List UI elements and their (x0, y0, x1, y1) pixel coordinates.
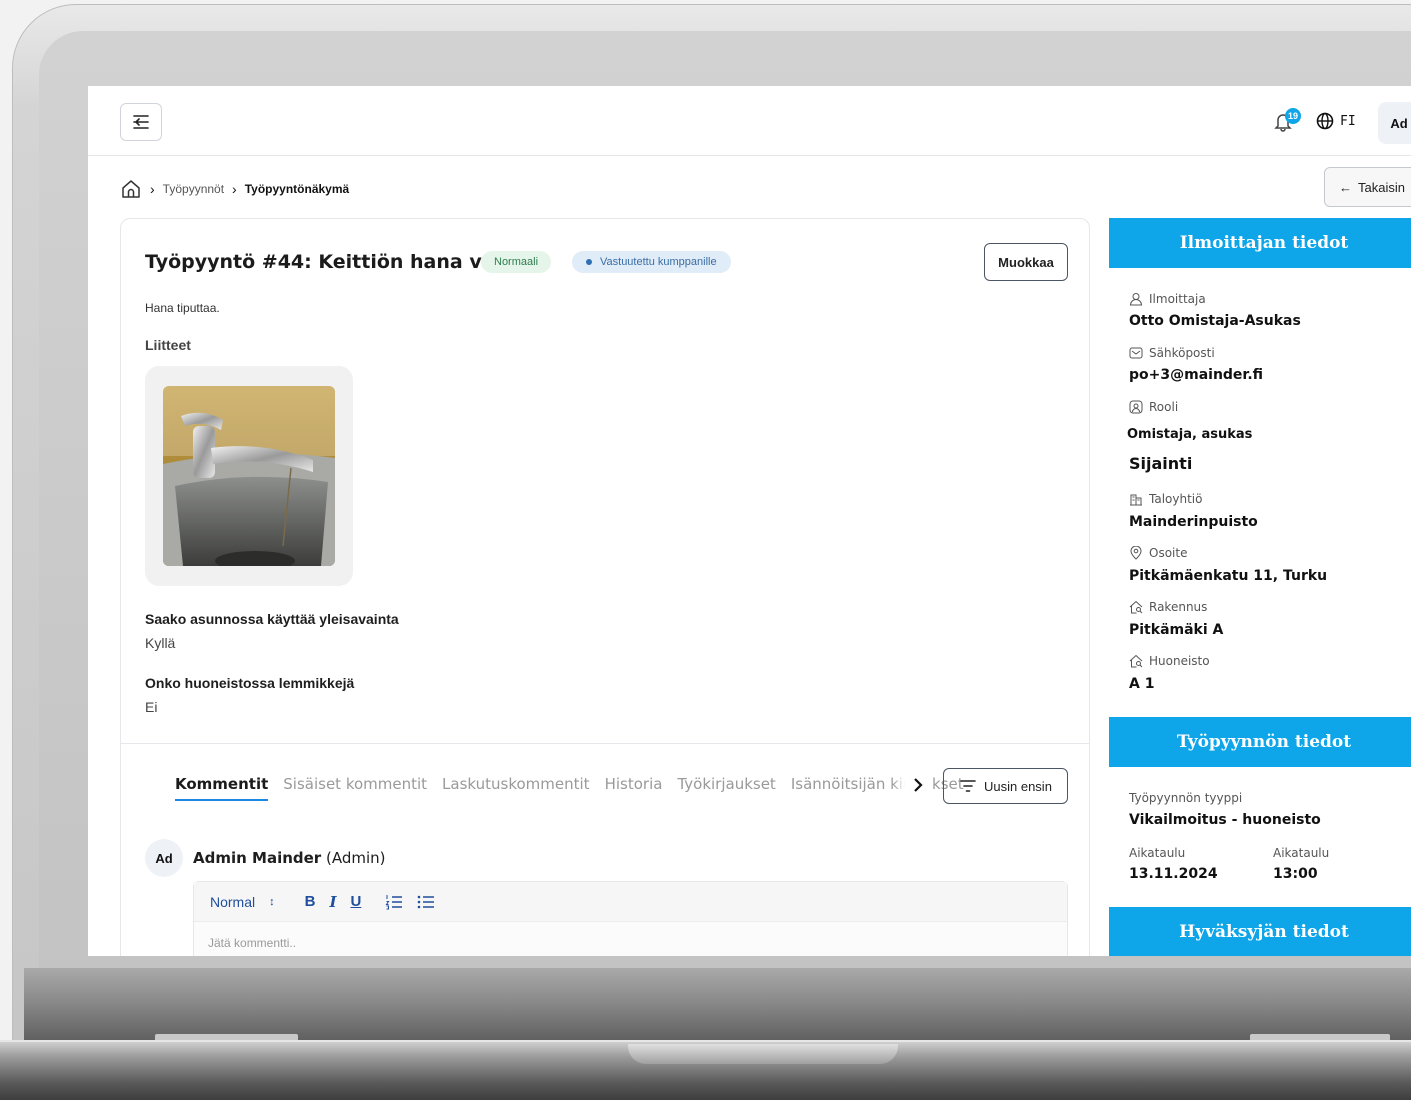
sort-button[interactable]: Uusin ensin (943, 768, 1068, 804)
tab-comments[interactable]: Kommentit (175, 775, 269, 801)
italic-icon[interactable]: I (329, 893, 336, 911)
schedule-time-value: 13:00 (1273, 866, 1318, 882)
question-label: Onko huoneistossa lemmikkejä (145, 675, 355, 691)
schedule-time-label: Aikataulu (1273, 846, 1330, 860)
chevron-right-icon (914, 778, 923, 792)
company-value: Mainderinpuisto (1129, 514, 1258, 530)
laptop-hinge (628, 1044, 898, 1064)
attachment-image[interactable] (163, 386, 335, 566)
comment-author-role: (Admin) (325, 849, 386, 867)
comment-editor: Normal ↕ B I U Jätä kommentti.. (193, 881, 1068, 956)
address-label: Osoite (1129, 546, 1187, 560)
bold-icon[interactable]: B (305, 893, 316, 910)
request-description: Hana tiputtaa. (145, 301, 220, 315)
menu-collapse-icon (133, 115, 149, 129)
sort-label: Uusin ensin (984, 778, 1052, 794)
editor-toolbar: Normal ↕ B I U (194, 882, 1067, 922)
bullet-list-icon[interactable] (417, 894, 435, 910)
language-selector[interactable]: FI (1316, 112, 1356, 130)
chevron-updown-icon: ↕ (269, 895, 275, 908)
chevron-right-icon: › (232, 181, 237, 197)
tab-work-logs[interactable]: Työkirjaukset (677, 775, 775, 801)
work-request-card: Työpyyntö #44: Keittiön hana vuotaa Norm… (120, 218, 1090, 956)
edit-button[interactable]: Muokkaa (984, 243, 1068, 281)
underline-icon[interactable]: U (351, 893, 362, 910)
address-value: Pitkämäenkatu 11, Turku (1129, 568, 1328, 584)
approver-header: Hyväksyjän tiedot (1109, 907, 1411, 956)
top-bar: 19 FI Ad (88, 86, 1411, 156)
reporter-header: Ilmoittajan tiedot (1109, 218, 1411, 268)
chevron-right-icon: › (150, 181, 155, 197)
attachments-heading: Liitteet (145, 337, 191, 353)
menu-toggle-button[interactable] (120, 103, 162, 141)
home-search-icon (1129, 654, 1143, 668)
breadcrumb: › Työpyynnöt › Työpyyntönäkymä (120, 178, 349, 200)
comment-author-name: Admin Mainder (193, 849, 322, 867)
divider (121, 743, 1089, 744)
schedule-date-value: 13.11.2024 (1129, 866, 1218, 882)
comment-author: Admin Mainder (Admin) (193, 849, 386, 867)
tabs-scroll-right-button[interactable] (905, 769, 931, 801)
mail-icon (1129, 347, 1143, 359)
avatar: Ad (145, 839, 183, 877)
reporter-label: Ilmoittaja (1129, 292, 1206, 306)
question-answer: Kyllä (145, 635, 176, 651)
email-value[interactable]: po+3@mainder.fi (1129, 367, 1263, 383)
building-value: Pitkämäki A (1129, 622, 1224, 638)
user-icon (1129, 293, 1143, 306)
home-search-icon (1129, 600, 1143, 614)
status-badge: Vastuutettu kumppanille (572, 251, 731, 273)
request-info-header: Työpyynnön tiedot (1109, 717, 1411, 767)
app-screen: 19 FI Ad › Työpyynnöt › Työpyyntönäkymä … (88, 86, 1411, 956)
building-label: Rakennus (1129, 600, 1207, 614)
tab-billing-comments[interactable]: Laskutuskommentit (442, 775, 590, 801)
user-badge-icon (1129, 400, 1143, 414)
priority-badge: Normaali (481, 251, 552, 273)
back-button-label: Takaisin (1358, 179, 1405, 195)
company-label: Taloyhtiö (1129, 492, 1202, 506)
breadcrumb-current: Työpyyntönäkymä (244, 182, 350, 196)
schedule-date-label: Aikataulu (1129, 846, 1186, 860)
apartment-label: Huoneisto (1129, 654, 1210, 668)
tab-manager-logs[interactable]: Isännöitsijän kirjaukset (791, 775, 964, 801)
comment-tabs: Kommentit Sisäiset kommentit Laskutuskom… (175, 775, 964, 801)
language-code: FI (1340, 113, 1356, 129)
format-select[interactable]: Normal (210, 894, 255, 910)
side-panel: Ilmoittajan tiedot Ilmoittaja Otto Omist… (1109, 218, 1411, 956)
request-type-label: Työpyynnön tyyppi (1129, 791, 1243, 805)
location-title: Sijainti (1129, 454, 1193, 473)
request-type-value: Vikailmoitus - huoneisto (1129, 812, 1321, 828)
globe-icon (1316, 112, 1334, 130)
comment-input[interactable]: Jätä kommentti.. (194, 922, 1067, 956)
status-dot-icon (586, 259, 592, 265)
location-pin-icon (1130, 546, 1142, 560)
question-label: Saako asunnossa käyttää yleisavainta (145, 611, 399, 627)
tab-internal-comments[interactable]: Sisäiset kommentit (283, 775, 427, 801)
ordered-list-icon[interactable] (385, 894, 403, 910)
arrow-left-icon: ← (1339, 179, 1352, 195)
status-label: Vastuutettu kumppanille (600, 256, 717, 268)
attachment-thumbnail[interactable] (145, 366, 353, 586)
question-answer: Ei (145, 699, 158, 715)
notification-count-badge: 19 (1285, 108, 1301, 124)
tab-history[interactable]: Historia (605, 775, 663, 801)
breadcrumb-item-work-requests[interactable]: Työpyynnöt (163, 182, 224, 196)
building-icon (1130, 494, 1142, 506)
role-label: Rooli (1129, 400, 1178, 414)
apartment-value: A 1 (1129, 676, 1155, 692)
reporter-value: Otto Omistaja-Asukas (1129, 313, 1301, 329)
email-label: Sähköposti (1129, 346, 1215, 360)
filter-lines-icon (960, 780, 976, 792)
home-icon[interactable] (120, 178, 142, 200)
user-avatar[interactable]: Ad (1378, 102, 1411, 144)
role-value: Omistaja, asukas (1127, 427, 1253, 442)
back-button[interactable]: ← Takaisin (1324, 167, 1411, 207)
laptop-screen-edge (24, 968, 1411, 1042)
